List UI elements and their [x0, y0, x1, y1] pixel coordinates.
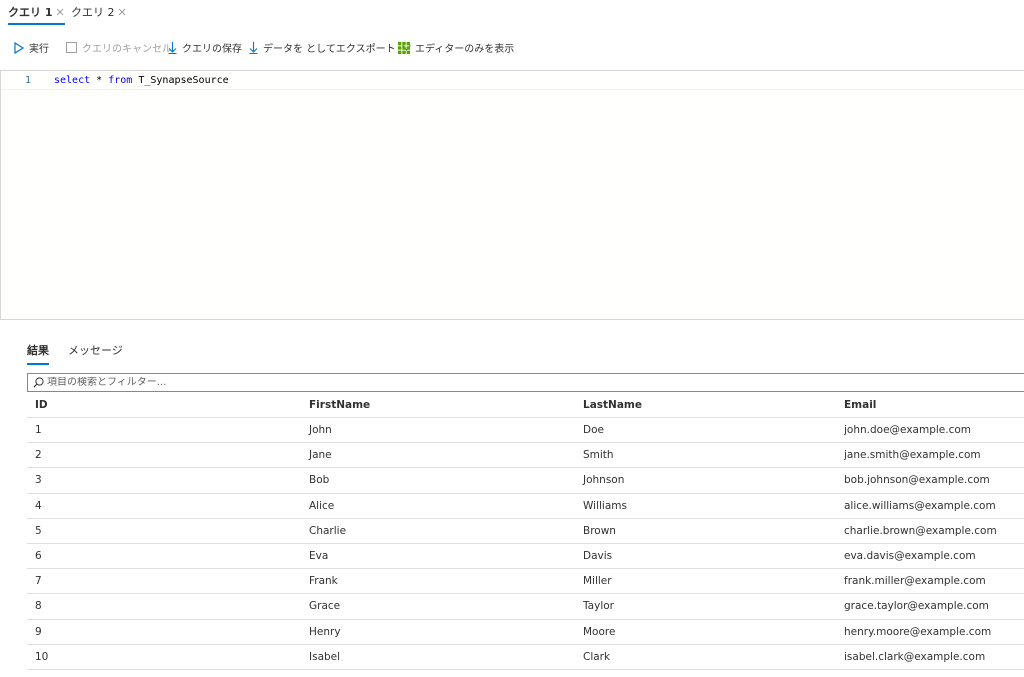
cell-email: alice.williams@example.com [844, 499, 996, 512]
cell-email: henry.moore@example.com [844, 625, 992, 638]
cell-lastname: Miller [583, 575, 612, 588]
keyword-from: from [108, 75, 133, 86]
cell-lastname: Clark [583, 650, 611, 663]
show-editor-only-button[interactable]: エディターのみを表示 [398, 40, 514, 55]
cell-lastname: Williams [583, 499, 627, 512]
cell-firstname: Bob [309, 474, 330, 487]
star-operator: * [96, 75, 103, 86]
keyword-select: select [54, 75, 91, 86]
cell-firstname: Eva [309, 549, 329, 562]
cell-id: 3 [35, 474, 42, 487]
save-query-label: クエリの保存 [182, 44, 242, 55]
code-text[interactable]: select * from T_SynapseSource [54, 75, 229, 86]
table-row[interactable]: 6 Eva Davis eva.davis@example.com [27, 544, 1024, 570]
sql-editor[interactable]: 1 select * from T_SynapseSource [0, 70, 1024, 320]
cell-lastname: Moore [583, 625, 616, 638]
tab-query-2[interactable]: クエリ 2 ✕ [71, 4, 127, 20]
table-row[interactable]: 7 Frank Miller frank.miller@example.com [27, 569, 1024, 595]
tab-label: クエリ 1 [8, 6, 53, 19]
show-editor-only-label: エディターのみを表示 [415, 44, 515, 55]
table-identifier: T_SynapseSource [138, 75, 229, 86]
cell-firstname: Charlie [309, 524, 347, 537]
table-row[interactable]: 1 John Doe john.doe@example.com [27, 418, 1024, 444]
table-row[interactable]: 10 Isabel Clark isabel.clark@example.com [27, 645, 1024, 670]
column-header-firstname[interactable]: FirstName [309, 399, 370, 411]
cell-id: 2 [35, 449, 42, 462]
toolbar: 実行 クエリのキャンセル クエリの保存 データを としてエクスポート エディター… [0, 36, 1024, 60]
export-data-label: データを としてエクスポート [263, 44, 396, 55]
line-number: 1 [25, 75, 32, 86]
cell-email: jane.smith@example.com [844, 449, 981, 462]
cell-firstname: Isabel [309, 650, 341, 663]
cancel-query-button[interactable]: クエリのキャンセル [66, 40, 172, 55]
filter-input[interactable] [47, 377, 947, 388]
cell-firstname: John [309, 424, 332, 436]
play-icon [14, 41, 24, 54]
table-row[interactable]: 8 Grace Taylor grace.taylor@example.com [27, 594, 1024, 620]
run-button[interactable]: 実行 [14, 40, 49, 55]
table-body: 1 John Doe john.doe@example.com 2 Jane Smith ja… [27, 418, 1024, 670]
cell-lastname: Doe [583, 424, 604, 436]
cell-email: grace.taylor@example.com [844, 600, 989, 613]
cell-id: 5 [35, 524, 42, 537]
tab-messages[interactable]: メッセージ [68, 342, 123, 358]
filter-box [27, 373, 1024, 392]
tab-label: クエリ 2 [71, 6, 115, 19]
column-header-lastname[interactable]: LastName [583, 399, 642, 411]
download-icon [249, 41, 258, 54]
results-grid: ID FirstName LastName Email 1 John Doe john… [27, 394, 1024, 670]
table-row[interactable]: 5 Charlie Brown charlie.brown@example.com [27, 519, 1024, 544]
cell-lastname: Taylor [583, 600, 614, 613]
cell-lastname: Smith [583, 449, 614, 462]
cell-id: 6 [35, 549, 42, 562]
close-icon[interactable]: ✕ [118, 6, 127, 19]
cell-email: john.doe@example.com [844, 424, 971, 436]
cell-firstname: Henry [309, 625, 341, 638]
cell-firstname: Alice [309, 499, 335, 512]
code-line[interactable]: 1 select * from T_SynapseSource [1, 74, 1024, 90]
cell-email: isabel.clark@example.com [844, 650, 986, 663]
download-icon [168, 41, 177, 54]
cell-id: 8 [35, 600, 42, 613]
cell-id: 1 [35, 424, 42, 436]
cell-id: 4 [35, 499, 42, 512]
cell-email: eva.davis@example.com [844, 549, 976, 562]
table-row[interactable]: 3 Bob Johnson bob.johnson@example.com [27, 468, 1024, 494]
tab-query-1[interactable]: クエリ 1 ✕ [8, 4, 65, 25]
save-query-button[interactable]: クエリの保存 [168, 40, 242, 55]
cell-firstname: Grace [309, 600, 341, 613]
run-label: 実行 [29, 44, 49, 55]
cell-email: charlie.brown@example.com [844, 524, 997, 537]
cell-email: bob.johnson@example.com [844, 474, 990, 487]
cell-id: 10 [35, 650, 49, 663]
column-header-email[interactable]: Email [844, 399, 876, 411]
grid-icon [398, 41, 410, 54]
cell-lastname: Davis [583, 549, 613, 562]
table-row[interactable]: 4 Alice Williams alice.williams@example.com [27, 494, 1024, 519]
search-icon [33, 377, 44, 388]
column-header-id[interactable]: ID [35, 399, 48, 411]
cancel-query-label: クエリのキャンセル [82, 44, 172, 55]
table-row[interactable]: 9 Henry Moore henry.moore@example.com [27, 620, 1024, 645]
cell-email: frank.miller@example.com [844, 575, 986, 588]
stop-icon [66, 42, 77, 53]
tab-results[interactable]: 結果 [27, 342, 49, 365]
cell-lastname: Brown [583, 524, 616, 537]
table-header-row: ID FirstName LastName Email [27, 394, 1024, 418]
cell-id: 9 [35, 625, 42, 638]
export-data-button[interactable]: データを としてエクスポート [249, 40, 411, 55]
cell-firstname: Frank [309, 575, 338, 588]
cell-id: 7 [35, 575, 42, 588]
close-icon[interactable]: ✕ [55, 6, 64, 19]
table-row[interactable]: 2 Jane Smith jane.smith@example.com [27, 443, 1024, 469]
cell-firstname: Jane [309, 449, 332, 462]
cell-lastname: Johnson [583, 474, 625, 487]
query-tabs: クエリ 1 ✕ クエリ 2 ✕ [0, 0, 1024, 26]
